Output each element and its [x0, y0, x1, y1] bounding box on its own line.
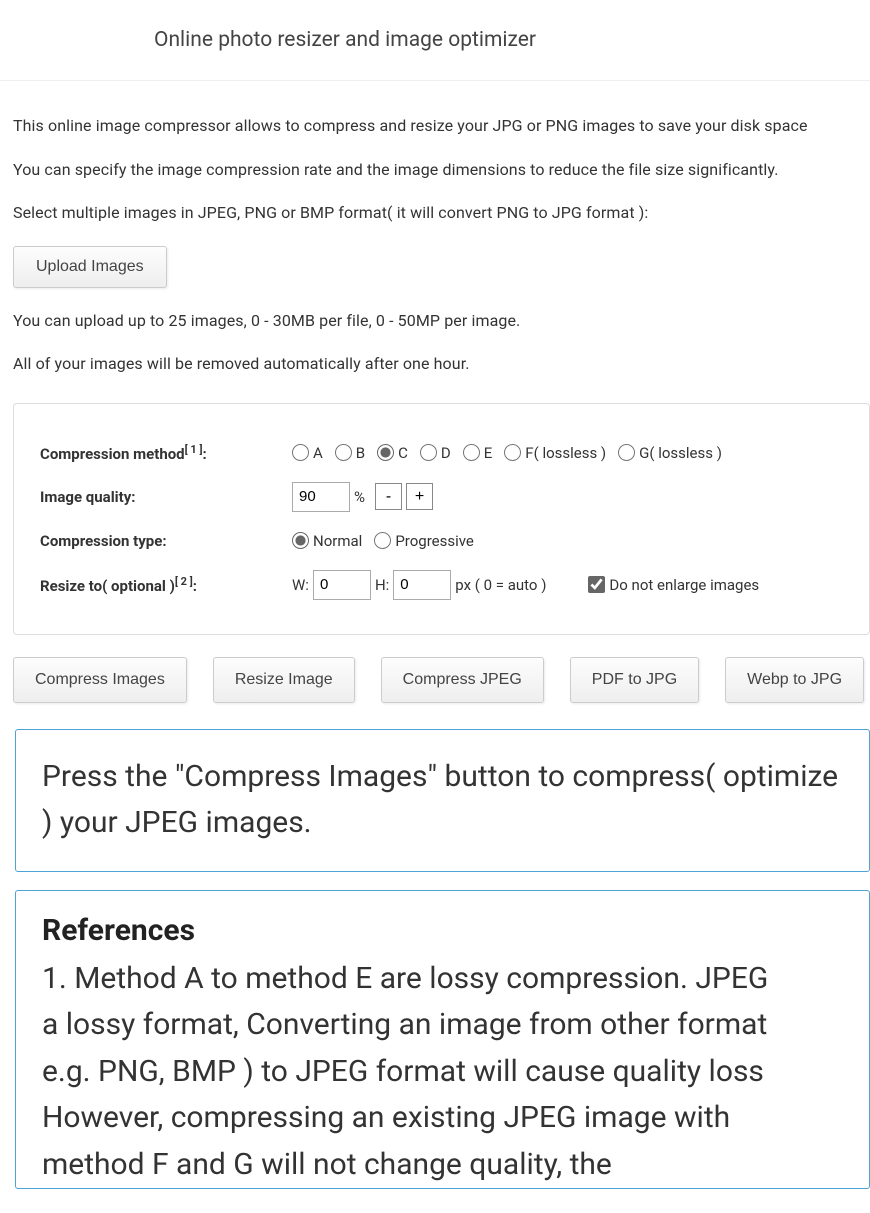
quality-input[interactable] — [292, 482, 350, 512]
method-g-radio[interactable] — [618, 444, 635, 461]
reference-line-5: method F and G will not change quality, … — [42, 1142, 843, 1189]
pdf-to-jpg-button[interactable]: PDF to JPG — [570, 657, 699, 703]
type-progressive-label: Progressive — [395, 532, 474, 550]
method-b-option[interactable]: B — [335, 444, 365, 462]
upload-limits-text: You can upload up to 25 images, 0 - 30MB… — [13, 310, 870, 332]
type-progressive-radio[interactable] — [374, 532, 391, 549]
image-quality-label: Image quality: — [40, 488, 292, 506]
height-input[interactable] — [393, 570, 451, 600]
compression-method-controls: A B C D E F( lossless ) G( lossless ) — [292, 444, 730, 462]
references-heading: References — [42, 913, 843, 948]
compression-method-label: Compression method[ 1 ]: — [40, 443, 292, 463]
method-g-label: G( lossless ) — [639, 444, 722, 462]
instruction-text: Press the "Compress Images" button to co… — [42, 754, 843, 847]
compression-type-label: Compression type: — [40, 532, 292, 550]
method-a-option[interactable]: A — [292, 444, 323, 462]
height-label: H: — [375, 576, 389, 594]
method-c-radio[interactable] — [377, 444, 394, 461]
instruction-box: Press the "Compress Images" button to co… — [15, 729, 870, 872]
method-d-radio[interactable] — [420, 444, 437, 461]
compression-type-row: Compression type: Normal Progressive — [40, 526, 869, 556]
reference-line-4: However, compressing an existing JPEG im… — [42, 1095, 843, 1142]
percent-label: % — [354, 488, 365, 506]
method-e-radio[interactable] — [463, 444, 480, 461]
resize-row: Resize to( optional )[ 2 ]: W: H: px ( 0… — [40, 570, 869, 600]
compression-method-row: Compression method[ 1 ]: A B C D E F( lo… — [40, 438, 869, 468]
method-f-label: F( lossless ) — [525, 444, 606, 462]
reference-line-3: e.g. PNG, BMP ) to JPEG format will caus… — [42, 1049, 843, 1096]
intro-paragraph-2: You can specify the image compression ra… — [13, 159, 870, 181]
method-b-radio[interactable] — [335, 444, 352, 461]
action-button-row: Compress Images Resize Image Compress JP… — [13, 657, 870, 703]
method-ref-marker: [ 1 ] — [185, 443, 203, 456]
width-input[interactable] — [313, 570, 371, 600]
image-quality-controls: % - + — [292, 482, 433, 512]
method-e-label: E — [484, 444, 493, 462]
main-content: This online image compressor allows to c… — [0, 81, 870, 1189]
method-d-label: D — [441, 444, 451, 462]
method-c-label: C — [398, 444, 408, 462]
type-normal-label: Normal — [313, 532, 362, 550]
method-f-radio[interactable] — [504, 444, 521, 461]
quality-increase-button[interactable]: + — [406, 483, 433, 510]
compression-type-controls: Normal Progressive — [292, 532, 482, 550]
compress-jpeg-button[interactable]: Compress JPEG — [381, 657, 544, 703]
method-a-label: A — [313, 444, 323, 462]
type-normal-option[interactable]: Normal — [292, 532, 362, 550]
compress-images-button[interactable]: Compress Images — [13, 657, 187, 703]
page-header: Online photo resizer and image optimizer — [0, 0, 870, 81]
upload-images-button[interactable]: Upload Images — [13, 246, 167, 288]
no-enlarge-checkbox[interactable] — [588, 576, 605, 593]
image-quality-row: Image quality: % - + — [40, 482, 869, 512]
type-progressive-option[interactable]: Progressive — [374, 532, 474, 550]
no-enlarge-label: Do not enlarge images — [609, 576, 759, 594]
resize-ref-marker: [ 2 ] — [175, 575, 193, 588]
method-f-option[interactable]: F( lossless ) — [504, 444, 606, 462]
width-label: W: — [292, 576, 309, 594]
options-panel: Compression method[ 1 ]: A B C D E F( lo… — [13, 403, 870, 635]
resize-label-text: Resize to( optional ) — [40, 577, 175, 595]
method-d-option[interactable]: D — [420, 444, 451, 462]
reference-line-2: a lossy format, Converting an image from… — [42, 1002, 843, 1049]
reference-line-1: 1. Method A to method E are lossy compre… — [42, 956, 843, 1003]
method-c-option[interactable]: C — [377, 444, 408, 462]
resize-label: Resize to( optional )[ 2 ]: — [40, 575, 292, 595]
method-a-radio[interactable] — [292, 444, 309, 461]
intro-paragraph-3: Select multiple images in JPEG, PNG or B… — [13, 202, 870, 224]
no-enlarge-option[interactable]: Do not enlarge images — [588, 576, 759, 594]
type-normal-radio[interactable] — [292, 532, 309, 549]
webp-to-jpg-button[interactable]: Webp to JPG — [725, 657, 864, 703]
resize-controls: W: H: px ( 0 = auto ) Do not enlarge ima… — [292, 570, 767, 600]
page-title: Online photo resizer and image optimizer — [154, 28, 536, 52]
auto-remove-text: All of your images will be removed autom… — [13, 353, 870, 375]
references-box: References 1. Method A to method E are l… — [15, 890, 870, 1190]
intro-paragraph-1: This online image compressor allows to c… — [13, 115, 870, 137]
compression-method-label-text: Compression method — [40, 445, 185, 463]
px-note: px ( 0 = auto ) — [455, 576, 546, 594]
method-b-label: B — [356, 444, 365, 462]
method-e-option[interactable]: E — [463, 444, 493, 462]
method-g-option[interactable]: G( lossless ) — [618, 444, 722, 462]
quality-decrease-button[interactable]: - — [375, 483, 402, 510]
resize-image-button[interactable]: Resize Image — [213, 657, 355, 703]
